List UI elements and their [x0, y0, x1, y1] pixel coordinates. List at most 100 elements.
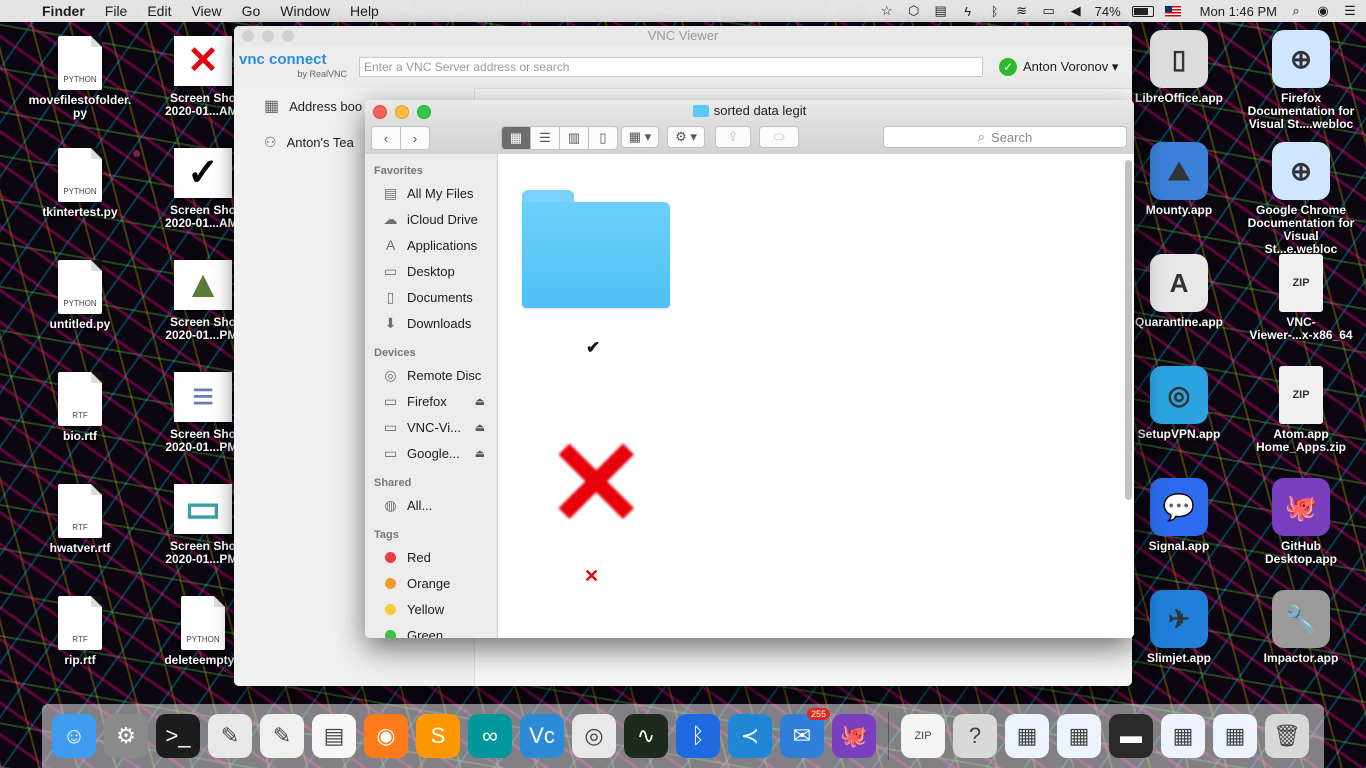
dock-finder-icon[interactable]: ☺ [52, 714, 96, 758]
notification-center-icon[interactable]: ☰ [1342, 3, 1358, 19]
dock-zip-file-icon[interactable]: ZIP [901, 714, 945, 758]
dock-window-1-icon[interactable]: ▦ [1005, 714, 1049, 758]
desktop-icon[interactable]: RTF hwatver.rtf [25, 484, 135, 555]
wifi-icon[interactable]: ≋ [1014, 3, 1030, 19]
sidebar-item-icloud-drive[interactable]: ☁ iCloud Drive [365, 206, 497, 232]
dock-github-desktop-icon[interactable]: 🐙 [832, 714, 876, 758]
menu-help[interactable]: Help [350, 3, 379, 19]
vnc-minimize-button[interactable] [262, 30, 274, 42]
menu-app-name[interactable]: Finder [42, 3, 85, 19]
dock-chrome-icon[interactable]: ◎ [572, 714, 616, 758]
dock-window-3-icon[interactable]: ▬ [1109, 714, 1153, 758]
column-view-button[interactable]: ▥ [560, 127, 589, 149]
desktop-app-icon[interactable]: ⛰ Mounty.app [1124, 142, 1234, 217]
dock-terminal-icon[interactable]: >_ [156, 714, 200, 758]
vnc-zoom-button[interactable] [282, 30, 294, 42]
dock-window-5-icon[interactable]: ▦ [1213, 714, 1257, 758]
sidebar-item-downloads[interactable]: ⬇ Downloads [365, 310, 497, 336]
eject-icon[interactable]: ⏏ [475, 421, 485, 434]
dock-vnc-viewer-icon[interactable]: Vc [520, 714, 564, 758]
desktop-app-icon[interactable]: 🔧 Impactor.app [1246, 590, 1356, 665]
cube-icon[interactable]: ⬡ [906, 3, 922, 19]
sidebar-item-vnc-vi[interactable]: ▭ VNC-Vi... ⏏ [365, 414, 497, 440]
dock-mail-icon[interactable]: ✉ 255 [780, 708, 830, 758]
action-gear-button[interactable]: ⚙ ▾ [667, 126, 705, 148]
finder-zoom-button[interactable] [417, 105, 431, 119]
input-source-flag-icon[interactable] [1164, 5, 1181, 17]
volume-icon[interactable]: ◀ [1068, 3, 1084, 19]
arrange-button[interactable]: ▦ ▾ [621, 126, 659, 148]
sidebar-item-green[interactable]: Green [365, 622, 497, 638]
dock-system-preferences-icon[interactable]: ⚙ [104, 714, 148, 758]
sidebar-item-red[interactable]: Red [365, 544, 497, 570]
dock-bluetooth-icon[interactable]: ᛒ [676, 714, 720, 758]
desktop-app-icon[interactable]: ZIP VNC- Viewer-...x-x86_64 [1246, 254, 1356, 342]
dock-unknown-icon[interactable]: ? [953, 714, 997, 758]
dock-vscode-icon[interactable]: ≺ [728, 714, 772, 758]
menu-window[interactable]: Window [280, 3, 330, 19]
menu-view[interactable]: View [191, 3, 221, 19]
dock-sublime-text-icon[interactable]: S [416, 714, 460, 758]
airplay-icon[interactable]: ▭ [1041, 3, 1057, 19]
desktop-app-icon[interactable]: ◎ SetupVPN.app [1124, 366, 1234, 441]
dock-window-4-icon[interactable]: ▦ [1161, 714, 1205, 758]
menu-edit[interactable]: Edit [147, 3, 171, 19]
vnc-address-search-input[interactable]: Enter a VNC Server address or search [359, 57, 983, 77]
dock-window-2-icon[interactable]: ▦ [1057, 714, 1101, 758]
list-view-button[interactable]: ☰ [531, 127, 560, 149]
desktop-app-icon[interactable]: ZIP Atom.app Home_Apps.zip [1246, 366, 1356, 454]
eject-icon[interactable]: ⏏ [475, 395, 485, 408]
forward-button[interactable]: › [401, 127, 429, 149]
desktop-icon[interactable]: PYTHON movefilestofolder. py [25, 36, 135, 120]
sidebar-item-all[interactable]: ◍ All... [365, 492, 497, 518]
cover-flow-button[interactable]: ▯ [589, 127, 617, 149]
vnc-title-bar[interactable]: VNC Viewer [234, 26, 1132, 46]
sidebar-item-applications[interactable]: A Applications [365, 232, 497, 258]
drive-icon[interactable]: ▤ [933, 3, 949, 19]
sidebar-item-documents[interactable]: ▯ Documents [365, 284, 497, 310]
desktop-app-icon[interactable]: 💬 Signal.app [1124, 478, 1234, 553]
desktop-app-icon[interactable]: A Quarantine.app [1124, 254, 1234, 329]
finder-minimize-button[interactable] [395, 105, 409, 119]
battery-percent[interactable]: 74% [1095, 4, 1121, 19]
sidebar-item-all-my-files[interactable]: ▤ All My Files [365, 180, 497, 206]
back-button[interactable]: ‹ [372, 127, 401, 149]
dock-arduino-icon[interactable]: ∞ [468, 714, 512, 758]
desktop-icon[interactable]: PYTHON untitled.py [25, 260, 135, 331]
dock-textedit-pen-icon[interactable]: ✎ [260, 714, 304, 758]
share-button[interactable]: ⇪ [715, 126, 751, 148]
bluetooth-icon[interactable]: ᛒ [987, 4, 1003, 19]
icon-view-button[interactable]: ▦ [502, 127, 531, 149]
sidebar-item-yellow[interactable]: Yellow [365, 596, 497, 622]
folder-item[interactable] [522, 190, 670, 308]
dock-script-editor-icon[interactable]: ✎ [208, 714, 252, 758]
siri-icon[interactable]: ◉ [1315, 3, 1331, 19]
big-x-image-item[interactable]: ✕ [546, 424, 647, 544]
desktop-app-icon[interactable]: ▯ LibreOffice.app [1124, 30, 1234, 105]
sidebar-item-firefox[interactable]: ▭ Firefox ⏏ [365, 388, 497, 414]
finder-title-bar[interactable]: sorted data legit [365, 100, 1134, 122]
small-x-file-item[interactable]: ✕ [584, 566, 599, 587]
vnc-user-menu[interactable]: ✓ Anton Voronov ▾ [999, 58, 1118, 76]
dock-activity-monitor-icon[interactable]: ∿ [624, 714, 668, 758]
desktop-app-icon[interactable]: ✈ Slimjet.app [1124, 590, 1234, 665]
spotlight-search-icon[interactable]: ⌕ [1288, 3, 1304, 19]
sidebar-item-desktop[interactable]: ▭ Desktop [365, 258, 497, 284]
bolt-icon[interactable]: ϟ [960, 4, 976, 19]
finder-close-button[interactable] [373, 105, 387, 119]
clock[interactable]: Mon 1:46 PM [1200, 4, 1277, 19]
desktop-icon[interactable]: RTF bio.rtf [25, 372, 135, 443]
dock-firefox-icon[interactable]: ◉ [364, 714, 408, 758]
sidebar-item-orange[interactable]: Orange [365, 570, 497, 596]
checkmark-file-item[interactable]: ✔ [586, 338, 600, 358]
finder-search-input[interactable]: ⌕ Search [883, 126, 1127, 148]
battery-icon[interactable] [1131, 5, 1154, 17]
menu-file[interactable]: File [105, 3, 128, 19]
dock-textedit-icon[interactable]: ▤ [312, 714, 356, 758]
vertical-scrollbar[interactable] [1125, 160, 1132, 500]
dock-trash-icon[interactable]: 🗑 [1265, 714, 1309, 758]
desktop-app-icon[interactable]: ⊕ Firefox Documentation for Visual St....we… [1246, 30, 1356, 131]
menu-go[interactable]: Go [242, 3, 261, 19]
tag-button[interactable]: ⬭ [759, 126, 799, 148]
eject-icon[interactable]: ⏏ [475, 447, 485, 460]
